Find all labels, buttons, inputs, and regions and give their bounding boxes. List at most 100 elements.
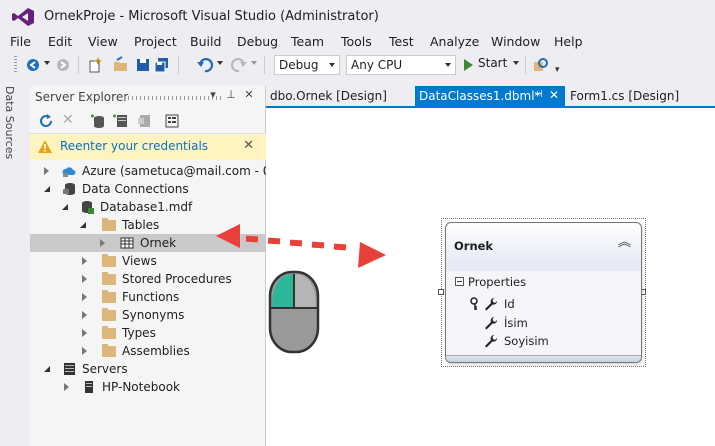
close-icon[interactable]: ✕ (242, 88, 256, 104)
tree-node-data-connections[interactable]: Data Connections (30, 180, 266, 198)
tree-label: Types (122, 326, 156, 340)
toolbar-grip[interactable] (14, 56, 17, 74)
expand-arrow-icon[interactable] (82, 329, 87, 337)
tree-node-hp-notebook[interactable]: HP-Notebook (30, 378, 266, 396)
panel-title: Server Explorer (35, 90, 129, 104)
tab-dataclasses-dbml[interactable]: DataClasses1.dbml* ⊣ ✕ (415, 86, 565, 106)
menu-bar: File Edit View Project Build Debug Team … (0, 32, 715, 52)
tree-node-synonyms[interactable]: Synonyms (30, 306, 266, 324)
tree-label: Stored Procedures (122, 272, 232, 286)
tree-node-azure[interactable]: Azure (sametuca@mail.com - 0 s (30, 162, 280, 180)
collapse-arrow-icon[interactable] (44, 186, 50, 192)
configuration-select[interactable]: Debug (274, 55, 340, 75)
collapse-arrow-icon[interactable] (62, 204, 68, 210)
tree-label: Views (122, 254, 157, 268)
menu-analyze[interactable]: Analyze (430, 34, 479, 49)
menu-edit[interactable]: Edit (48, 34, 72, 49)
wrench-icon (485, 298, 498, 311)
properties-icon[interactable] (164, 113, 180, 129)
document-tabs: dbo.Ornek [Design] DataClasses1.dbml* ⊣ … (266, 86, 715, 106)
menu-file[interactable]: File (10, 34, 31, 49)
expand-arrow-icon[interactable] (82, 257, 87, 265)
navigate-forward-icon[interactable] (54, 56, 72, 74)
tree-node-assemblies[interactable]: Assemblies (30, 342, 266, 360)
platform-select[interactable]: Any CPU (346, 55, 456, 75)
connect-to-server-icon[interactable] (112, 113, 128, 129)
wrench-icon (485, 317, 498, 330)
tree-label: Tables (122, 218, 160, 232)
expand-arrow-icon[interactable] (82, 311, 87, 319)
menu-project[interactable]: Project (134, 34, 177, 49)
table-icon (120, 237, 134, 249)
folder-icon (102, 272, 116, 285)
platform-value: Any CPU (351, 58, 403, 72)
resize-handle-left[interactable] (438, 289, 444, 295)
entity-ornek[interactable]: Ornek ︽ Properties Id İsim Soyisim (445, 222, 642, 363)
tree-node-functions[interactable]: Functions (30, 288, 266, 306)
configuration-value: Debug (279, 58, 319, 72)
pin-icon[interactable]: ⊥ (224, 88, 238, 104)
menu-build[interactable]: Build (190, 34, 221, 49)
toolbar-overflow-icon[interactable]: ▾ (555, 65, 560, 75)
redo-dropdown-icon[interactable] (251, 61, 257, 65)
collapse-section-icon[interactable] (455, 277, 464, 286)
collapse-arrow-icon[interactable] (80, 222, 86, 228)
menu-window[interactable]: Window (491, 34, 540, 49)
menu-team[interactable]: Team (291, 34, 324, 49)
server-explorer-header: Server Explorer ▾ ⊥ ✕ (30, 86, 266, 108)
undo-dropdown-icon[interactable] (217, 61, 223, 65)
menu-test[interactable]: Test (389, 34, 414, 49)
collapse-arrow-icon[interactable] (44, 366, 50, 372)
menu-view[interactable]: View (88, 34, 118, 49)
redo-icon[interactable] (230, 56, 248, 74)
play-icon (464, 59, 473, 71)
undo-icon[interactable] (196, 56, 214, 74)
stop-refresh-icon[interactable]: ✕ (62, 112, 74, 128)
folder-icon (102, 218, 116, 231)
expand-arrow-icon[interactable] (44, 167, 49, 175)
connect-to-database-icon[interactable] (90, 113, 106, 129)
menu-debug[interactable]: Debug (237, 34, 278, 49)
pin-tab-icon[interactable]: ⊣ (534, 89, 543, 100)
new-project-icon[interactable] (86, 56, 104, 74)
connect-to-sharepoint-icon[interactable] (136, 113, 152, 129)
toolbar-separator (78, 56, 79, 74)
refresh-icon[interactable] (38, 113, 54, 129)
expand-arrow-icon[interactable] (64, 383, 69, 391)
expand-arrow-icon[interactable] (82, 347, 87, 355)
menu-help[interactable]: Help (554, 34, 583, 49)
navigate-back-icon[interactable] (24, 56, 42, 74)
property-row-soyisim[interactable]: Soyisim (446, 332, 641, 350)
data-sources-tab[interactable]: Data Sources (3, 86, 16, 159)
collapse-entity-icon[interactable]: ︽ (618, 231, 631, 250)
property-row-isim[interactable]: İsim (446, 314, 641, 332)
menu-tools[interactable]: Tools (341, 34, 372, 49)
tree-node-stored-procedures[interactable]: Stored Procedures (30, 270, 266, 288)
open-file-icon[interactable] (112, 56, 130, 74)
tree-label: Functions (122, 290, 180, 304)
folder-icon (102, 308, 116, 321)
tree-node-database[interactable]: Database1.mdf (30, 198, 266, 216)
close-warning-icon[interactable]: ✕ (243, 138, 254, 153)
back-dropdown-icon[interactable] (44, 61, 50, 65)
tree-node-types[interactable]: Types (30, 324, 266, 342)
toolbar-separator (525, 56, 526, 74)
save-icon[interactable] (134, 56, 152, 74)
properties-section-header[interactable]: Properties (446, 273, 641, 293)
start-button[interactable]: Start (462, 56, 507, 74)
tree-node-servers[interactable]: Servers (30, 360, 266, 378)
panel-options-icon[interactable]: ▾ (206, 88, 220, 104)
tab-dbo-ornek-design[interactable]: dbo.Ornek [Design] (266, 86, 414, 106)
drag-drop-arrow-icon (216, 224, 386, 268)
data-connections-icon (63, 183, 75, 195)
expand-arrow-icon[interactable] (82, 293, 87, 301)
save-all-icon[interactable] (153, 56, 171, 74)
tab-form1-design[interactable]: Form1.cs [Design] (566, 86, 706, 106)
start-dropdown-icon[interactable] (513, 61, 519, 65)
close-tab-icon[interactable]: ✕ (549, 88, 559, 102)
find-in-files-icon[interactable] (532, 56, 550, 74)
expand-arrow-icon[interactable] (100, 239, 105, 247)
property-row-id[interactable]: Id (446, 295, 641, 313)
reenter-credentials-link[interactable]: Reenter your credentials (60, 139, 208, 153)
expand-arrow-icon[interactable] (82, 275, 87, 283)
